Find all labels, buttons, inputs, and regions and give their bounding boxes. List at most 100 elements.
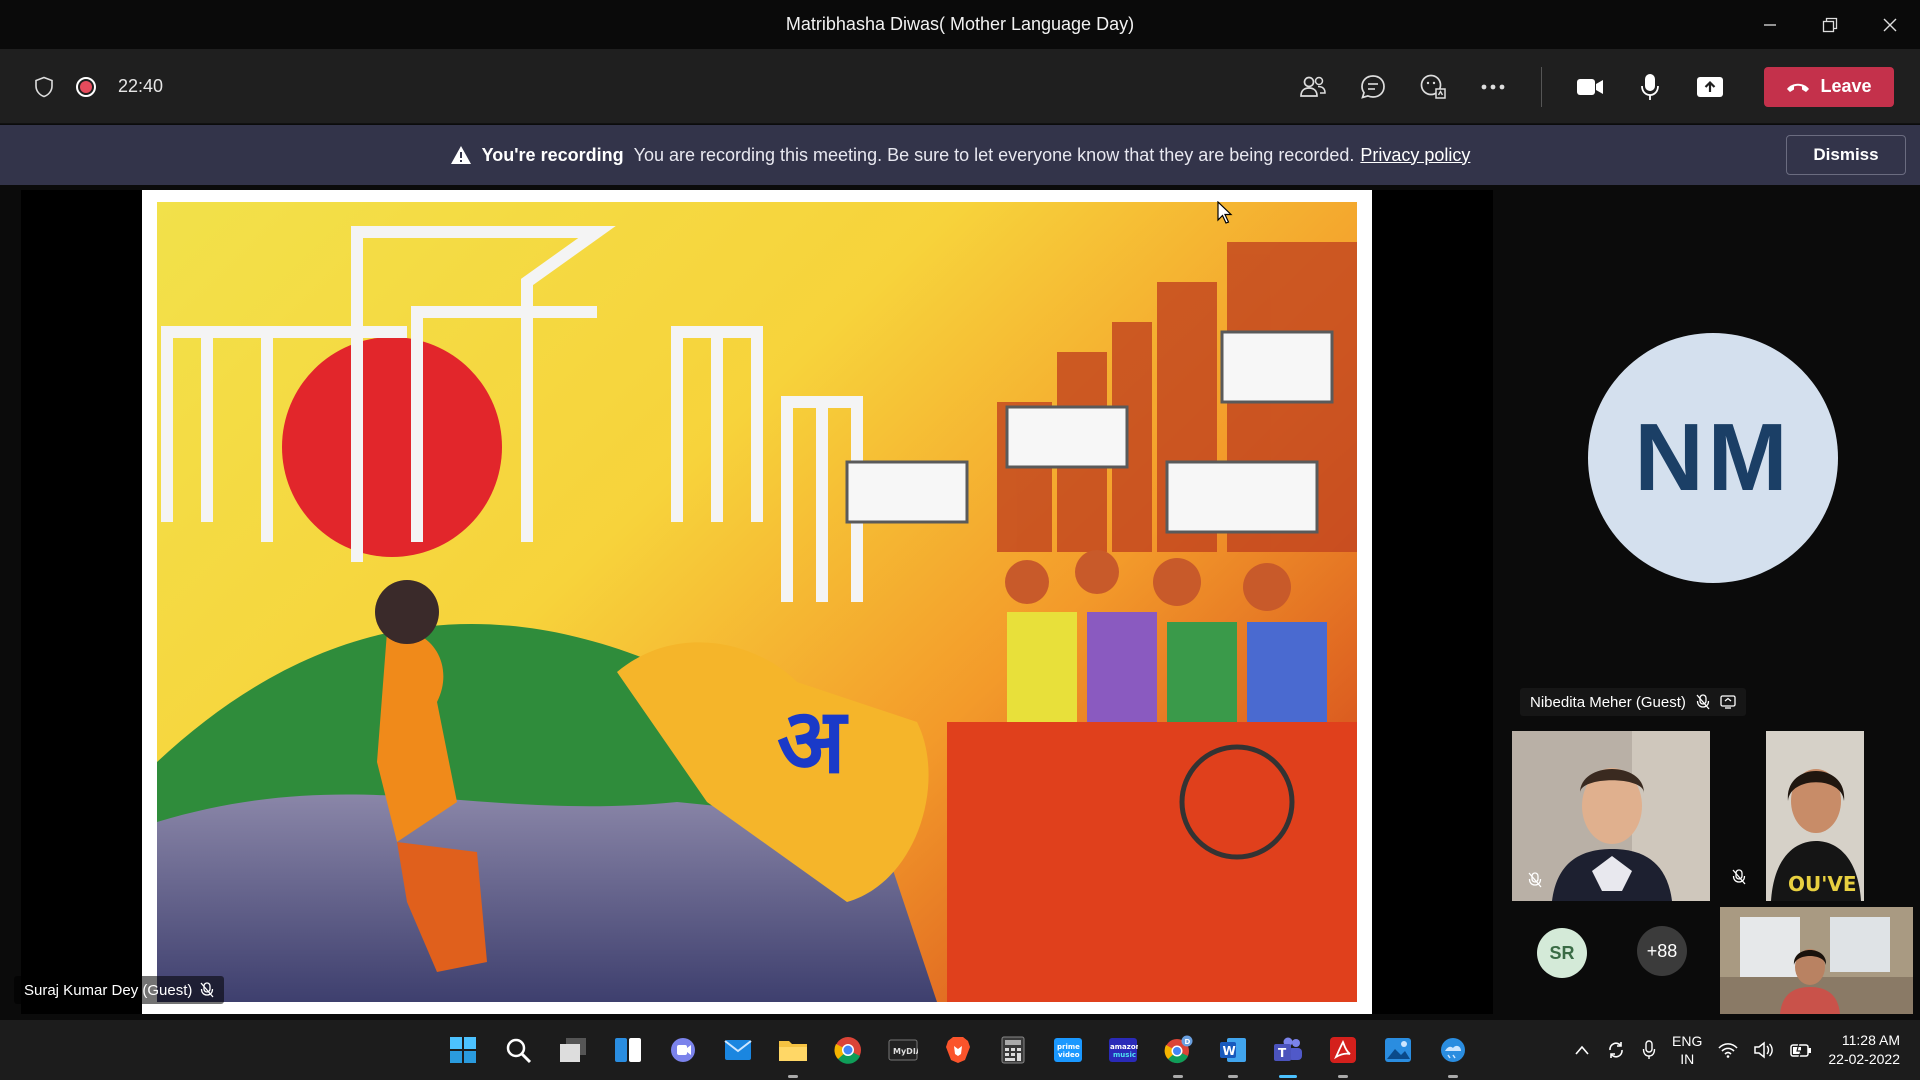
minimize-button[interactable] xyxy=(1740,0,1800,49)
more-participants-button[interactable]: +88 xyxy=(1637,926,1687,976)
acrobat-button[interactable] xyxy=(1325,1032,1361,1078)
teams-button[interactable]: T xyxy=(1270,1032,1306,1078)
volume-icon[interactable] xyxy=(1754,1041,1774,1059)
widgets-button[interactable] xyxy=(610,1032,646,1068)
participant-video-feed: OU'VE xyxy=(1766,731,1864,901)
task-view-button[interactable] xyxy=(555,1032,591,1068)
calculator-icon xyxy=(1001,1036,1025,1064)
wifi-icon[interactable] xyxy=(1718,1042,1738,1058)
recording-banner-title: You're recording xyxy=(481,144,624,165)
svg-text:T: T xyxy=(1278,1046,1287,1060)
chat-icon xyxy=(1361,74,1385,99)
amazon-music-icon: amazonmusic xyxy=(1109,1038,1138,1062)
chevron-up-icon[interactable] xyxy=(1574,1044,1590,1056)
start-button[interactable] xyxy=(445,1032,481,1068)
amazon-music-button[interactable]: amazon music xyxy=(1105,1032,1141,1068)
meeting-toolbar: 22:40 Leave xyxy=(0,49,1920,124)
taskbar-date: 22-02-2022 xyxy=(1828,1051,1900,1067)
hang-up-icon xyxy=(1787,83,1810,92)
more-icon xyxy=(1481,84,1505,89)
participant-video-tile[interactable] xyxy=(1512,731,1710,901)
chrome-profile-button[interactable]: D xyxy=(1160,1032,1196,1078)
prime-video-icon: primevideo xyxy=(1054,1038,1082,1062)
svg-text:amazon: amazon xyxy=(1110,1043,1138,1051)
featured-participant-avatar[interactable]: NM xyxy=(1588,333,1838,583)
self-video-feed xyxy=(1720,907,1913,1014)
prime-video-button[interactable]: prime video xyxy=(1050,1032,1086,1068)
language-code: ENG xyxy=(1672,1033,1703,1049)
participant-avatar-sr[interactable]: SR xyxy=(1537,928,1587,978)
word-button[interactable]: W xyxy=(1215,1032,1251,1078)
participant-video-tile[interactable]: OU'VE xyxy=(1766,731,1864,901)
restore-button[interactable] xyxy=(1800,0,1860,49)
close-icon xyxy=(1883,18,1897,31)
close-button[interactable] xyxy=(1860,0,1920,49)
people-button[interactable] xyxy=(1283,57,1343,117)
svg-text:D: D xyxy=(1185,1038,1191,1046)
brave-icon xyxy=(946,1037,970,1063)
svg-text:video: video xyxy=(1058,1051,1080,1059)
dismiss-button[interactable]: Dismiss xyxy=(1786,135,1906,175)
mic-off-icon xyxy=(1522,867,1548,893)
presenter-name: Suraj Kumar Dey (Guest) xyxy=(24,981,193,999)
restore-icon xyxy=(1822,17,1838,32)
people-icon xyxy=(1300,76,1326,97)
camera-button[interactable] xyxy=(1560,57,1620,117)
region-code: IN xyxy=(1680,1051,1695,1067)
reactions-icon xyxy=(1420,74,1446,99)
camera-icon xyxy=(1577,78,1603,95)
sync-icon[interactable] xyxy=(1606,1040,1626,1060)
battery-icon[interactable] xyxy=(1790,1042,1812,1058)
msi-app-icon: MyDIA xyxy=(888,1039,918,1061)
search-icon xyxy=(506,1038,532,1064)
photos-icon xyxy=(1385,1038,1411,1062)
photos-button[interactable] xyxy=(1380,1032,1416,1068)
toolbar-divider xyxy=(1541,66,1542,107)
teams-chat-icon xyxy=(671,1038,695,1062)
recording-banner-message: You are recording this meeting. Be sure … xyxy=(633,144,1355,165)
acrobat-icon xyxy=(1330,1037,1356,1063)
calculator-button[interactable] xyxy=(995,1032,1031,1068)
weather-button[interactable] xyxy=(1435,1032,1471,1078)
screen-share-icon xyxy=(1720,695,1736,709)
share-button[interactable] xyxy=(1680,57,1740,117)
mic-off-icon xyxy=(200,982,214,998)
mail-icon xyxy=(724,1040,752,1060)
privacy-policy-link[interactable]: Privacy policy xyxy=(1360,145,1470,166)
featured-participant-name: Nibedita Meher (Guest) xyxy=(1530,693,1686,711)
widgets-icon xyxy=(615,1038,641,1062)
language-indicator[interactable]: ENG IN xyxy=(1672,1032,1702,1068)
search-button[interactable] xyxy=(500,1032,536,1068)
chat-button[interactable] xyxy=(1343,57,1403,117)
taskbar-time: 11:28 AM xyxy=(1841,1032,1900,1048)
teams-chat-button[interactable] xyxy=(665,1032,701,1068)
meeting-timer: 22:40 xyxy=(118,76,164,96)
svg-text:music: music xyxy=(1113,1051,1136,1059)
svg-text:W: W xyxy=(1223,1044,1236,1058)
self-video-tile[interactable] xyxy=(1720,907,1913,1014)
folder-icon xyxy=(779,1041,807,1061)
reactions-button[interactable] xyxy=(1403,57,1463,117)
word-icon: W xyxy=(1220,1038,1246,1062)
file-explorer-button[interactable] xyxy=(775,1032,811,1078)
microphone-tray-icon[interactable] xyxy=(1642,1040,1656,1060)
windows-start-icon xyxy=(450,1037,476,1063)
shield-icon[interactable] xyxy=(34,76,54,98)
task-view-icon xyxy=(560,1038,586,1062)
leave-button[interactable]: Leave xyxy=(1764,66,1894,107)
taskbar-clock[interactable]: 11:28 AM 22-02-2022 xyxy=(1828,1031,1900,1069)
leave-label: Leave xyxy=(1820,76,1872,96)
mic-icon xyxy=(1641,73,1659,100)
microphone-button[interactable] xyxy=(1620,57,1680,117)
window-controls xyxy=(1740,0,1920,49)
brave-button[interactable] xyxy=(940,1032,976,1068)
featured-participant-name-tag: Nibedita Meher (Guest) xyxy=(1520,688,1746,716)
chrome-button[interactable] xyxy=(830,1032,866,1068)
mouse-cursor-icon xyxy=(1217,201,1233,224)
more-options-button[interactable] xyxy=(1463,57,1523,117)
msi-app-button[interactable]: MyDIA xyxy=(885,1032,921,1068)
mail-button[interactable] xyxy=(720,1032,756,1068)
svg-text:अ: अ xyxy=(777,688,849,794)
share-icon xyxy=(1697,76,1723,97)
recording-banner: You're recording You are recording this … xyxy=(0,125,1920,185)
